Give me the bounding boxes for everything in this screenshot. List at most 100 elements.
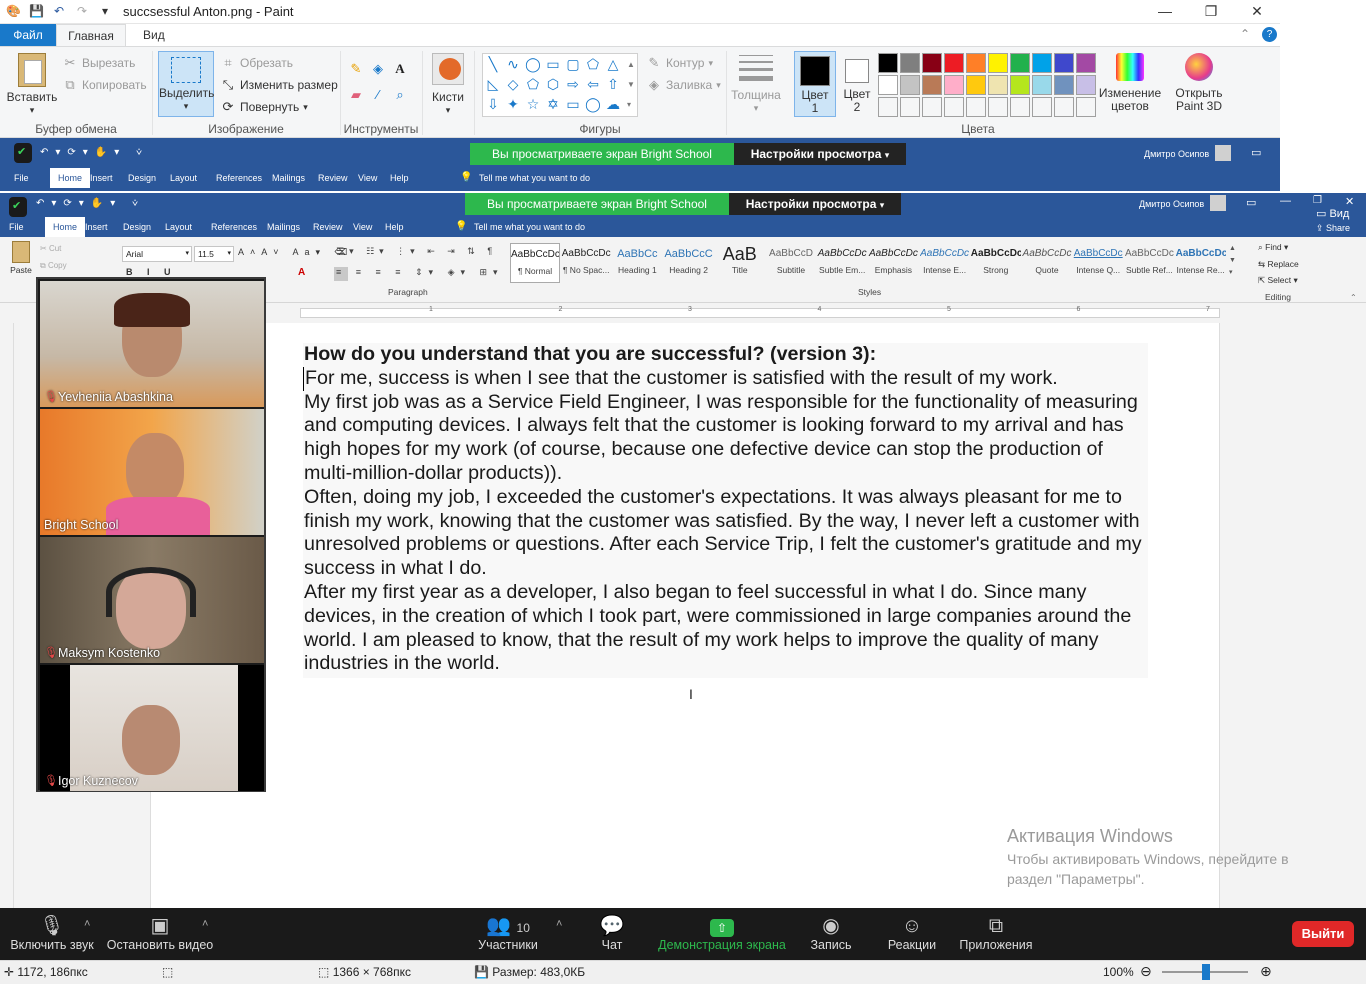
style-item[interactable]: AaBbCcDc Intense Re...	[1176, 243, 1226, 283]
empty-color-swatch[interactable]	[1010, 97, 1030, 117]
paste-button[interactable]: Paste	[8, 241, 34, 275]
chat-button[interactable]: 💬 Чат	[592, 914, 632, 952]
tab-file[interactable]: File	[14, 168, 29, 188]
empty-color-swatch[interactable]	[900, 97, 920, 117]
leave-button[interactable]: Выйти	[1292, 921, 1354, 947]
line-shape-icon[interactable]: ╲	[483, 54, 503, 74]
unmute-button[interactable]: 🎙 Включить звук	[8, 914, 96, 952]
color-swatch[interactable]	[966, 75, 986, 95]
color-swatch[interactable]	[944, 75, 964, 95]
video-tile[interactable]: 🎙 Igor Kuznecov	[40, 665, 264, 791]
tab-file[interactable]: File	[9, 217, 24, 237]
undo-icon[interactable]: ↶	[52, 4, 66, 18]
audio-options-chevron[interactable]: ˄	[84, 918, 90, 930]
cloud-shape-icon[interactable]: ☁	[603, 94, 623, 114]
font-color-icon[interactable]: A	[298, 267, 305, 278]
brushes-button[interactable]: Кисти ▾	[428, 53, 468, 117]
align-buttons[interactable]: ≡ ≡ ≡ ≡ ⇕▾ ◈▾ ⊞▾	[336, 267, 504, 278]
resize-button[interactable]: ⤡ Изменить размер	[220, 77, 338, 93]
tab-file[interactable]: Файл	[0, 24, 56, 46]
collapse-ribbon-icon[interactable]: ⌃	[1350, 293, 1357, 302]
horizontal-ruler[interactable]: 1 2 3 4 5 6 7	[300, 306, 1220, 318]
callout-oval-shape-icon[interactable]: ◯	[583, 94, 603, 114]
empty-color-swatch[interactable]	[988, 97, 1008, 117]
ribbon-display-icon[interactable]: ▭	[1246, 196, 1256, 209]
color-swatch[interactable]	[1076, 75, 1096, 95]
zoom-out-icon[interactable]: ⊖	[1140, 963, 1152, 980]
help-icon[interactable]: ?	[1262, 27, 1277, 42]
styles-gallery[interactable]: AaBbCcDc ¶ Normal AaBbCcDc ¶ No Spac... AaBb…	[510, 191, 1230, 291]
restore-icon[interactable]: ❐	[1313, 195, 1322, 206]
ribbon-display-icon[interactable]: ▭	[1251, 146, 1261, 159]
copy-button[interactable]: ⧉ Копировать	[62, 77, 146, 93]
curve-shape-icon[interactable]: ∿	[503, 54, 523, 74]
thickness-button[interactable]: Толщина ▾	[730, 55, 782, 115]
cut-button[interactable]: ✂ Cut	[40, 244, 61, 253]
color-swatch[interactable]	[1032, 53, 1052, 73]
tab-references[interactable]: References	[211, 217, 257, 237]
view-button[interactable]: ▭ Вид	[1316, 207, 1349, 220]
list-buttons[interactable]: ☰▾ ☷▾ ⋮▾ ⇤ ⇥ ⇅ ¶	[336, 246, 497, 257]
empty-color-swatch[interactable]	[1076, 97, 1096, 117]
paste-button[interactable]: Вставить ▾	[6, 53, 58, 117]
fill-bucket-icon[interactable]: ◈	[370, 61, 386, 77]
callout-rect-shape-icon[interactable]: ▭	[563, 94, 583, 114]
zoom-in-icon[interactable]: ⊕	[1260, 963, 1272, 980]
hexagon-shape-icon[interactable]: ⬡	[543, 74, 563, 94]
color1-button[interactable]: Цвет 1	[794, 51, 836, 117]
styles-scroll[interactable]: ▲ ▼ ▾	[1229, 243, 1236, 279]
empty-color-swatch[interactable]	[966, 97, 986, 117]
color-swatch[interactable]	[1032, 75, 1052, 95]
diamond-shape-icon[interactable]: ◇	[503, 74, 523, 94]
zoom-view-overlay[interactable]: ▭ Вид ⇪ Share	[1312, 207, 1366, 237]
color2-button[interactable]: Цвет 2	[838, 51, 876, 117]
color-swatch[interactable]	[1010, 53, 1030, 73]
tab-view[interactable]: View	[358, 168, 377, 188]
style-item[interactable]: AaBbCcDc Intense Q...	[1073, 243, 1123, 283]
share-screen-button[interactable]: ⇧ Демонстрация экрана	[656, 914, 788, 952]
rotate-button[interactable]: ⟳ Повернуть ▾	[220, 99, 308, 115]
empty-color-swatch[interactable]	[944, 97, 964, 117]
reactions-button[interactable]: ☺ Реакции	[882, 914, 942, 952]
style-item[interactable]: AaBbCcDc Subtle Ref...	[1124, 243, 1174, 283]
down-arrow-shape-icon[interactable]: ⇩	[483, 94, 503, 114]
video-options-chevron[interactable]: ˄	[202, 918, 208, 930]
tab-mailings[interactable]: Mailings	[267, 217, 300, 237]
tab-review[interactable]: Review	[313, 217, 343, 237]
tab-home[interactable]: Home	[50, 168, 91, 188]
tab-design[interactable]: Design	[128, 168, 156, 188]
video-tile[interactable]: 🎙 Yevheniia Abashkina	[40, 281, 264, 407]
tab-insert[interactable]: Insert	[90, 168, 113, 188]
pentagon-shape-icon[interactable]: ⬠	[523, 74, 543, 94]
style-item[interactable]: AaBbCcDc Subtle Em...	[817, 243, 867, 283]
tab-mailings[interactable]: Mailings	[272, 168, 305, 188]
color-swatch[interactable]	[944, 53, 964, 73]
style-item[interactable]: AaBbCcDc ¶ No Spac...	[561, 243, 611, 283]
collapse-ribbon-icon[interactable]: ⌃	[1240, 27, 1250, 41]
tab-design[interactable]: Design	[123, 217, 151, 237]
tab-view[interactable]: View	[353, 217, 372, 237]
document-page[interactable]: How do you understand that you are succe…	[150, 323, 1220, 908]
record-button[interactable]: ◉ Запись	[806, 914, 856, 952]
font-size-select[interactable]: 11.5 ▾	[194, 246, 234, 262]
apps-button[interactable]: ⧉ Приложения	[956, 914, 1036, 952]
color-swatch[interactable]	[1054, 75, 1074, 95]
tab-references[interactable]: References	[216, 168, 262, 188]
five-star-shape-icon[interactable]: ☆	[523, 94, 543, 114]
document-text[interactable]: How do you understand that you are succe…	[303, 343, 1148, 679]
tab-review[interactable]: Review	[318, 168, 348, 188]
right-arrow-shape-icon[interactable]: ⇨	[563, 74, 583, 94]
zoom-slider-thumb[interactable]	[1202, 964, 1210, 980]
outline-button[interactable]: ✎ Контур ▾	[646, 55, 713, 71]
color-swatch[interactable]	[922, 75, 942, 95]
oval-shape-icon[interactable]: ◯	[523, 54, 543, 74]
select-button[interactable]: ⇱ Select ▾	[1258, 275, 1298, 286]
up-arrow-shape-icon[interactable]: ⇧	[603, 74, 623, 94]
eraser-icon[interactable]: ▰	[348, 87, 364, 103]
crop-button[interactable]: ⌗ Обрезать	[220, 55, 293, 71]
empty-color-swatch[interactable]	[1032, 97, 1052, 117]
color-swatch[interactable]	[1054, 53, 1074, 73]
tab-help[interactable]: Help	[390, 168, 409, 188]
empty-color-swatch[interactable]	[922, 97, 942, 117]
style-item[interactable]: AaBbCcDc Quote	[1022, 243, 1072, 283]
